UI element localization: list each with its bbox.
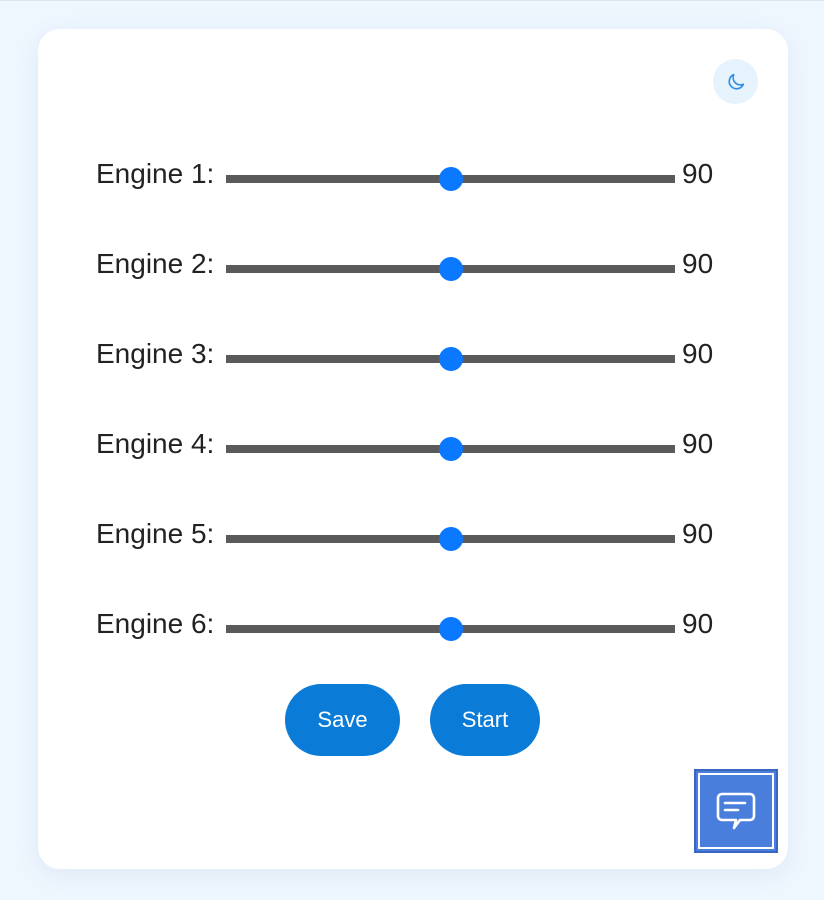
- engine-label: Engine 3:: [96, 338, 215, 369]
- moon-icon: [727, 73, 744, 90]
- engine-label: Engine 6:: [96, 608, 215, 639]
- engine-value: 90: [682, 518, 714, 549]
- engine-slider-row: Engine 3: 90: [96, 327, 736, 417]
- engine-3-slider[interactable]: [226, 347, 675, 371]
- engine-slider-row: Engine 1: 90: [96, 147, 736, 237]
- engine-value: 90: [682, 158, 714, 189]
- chat-button[interactable]: [694, 769, 778, 853]
- engine-value: 90: [682, 248, 714, 279]
- engine-label: Engine 2:: [96, 248, 215, 279]
- start-button[interactable]: Start: [430, 684, 540, 756]
- control-card: Engine 1: 90 Engine 2: 90 Engine 3: 90 E…: [38, 29, 788, 869]
- engine-slider-row: Engine 4: 90: [96, 417, 736, 507]
- engine-4-slider[interactable]: [226, 437, 675, 461]
- slider-thumb[interactable]: [438, 347, 463, 371]
- action-buttons: Save Start: [38, 684, 788, 756]
- slider-thumb[interactable]: [438, 437, 463, 461]
- engine-2-slider[interactable]: [226, 257, 675, 281]
- slider-thumb[interactable]: [438, 257, 463, 281]
- engine-label: Engine 5:: [96, 518, 215, 549]
- engine-5-slider[interactable]: [226, 527, 675, 551]
- slider-thumb[interactable]: [438, 167, 463, 191]
- engine-6-slider[interactable]: [226, 617, 675, 641]
- engine-value: 90: [682, 608, 714, 639]
- theme-toggle-button[interactable]: [713, 59, 758, 104]
- slider-thumb[interactable]: [438, 617, 463, 641]
- engine-label: Engine 4:: [96, 428, 215, 459]
- engine-value: 90: [682, 428, 714, 459]
- engine-slider-row: Engine 5: 90: [96, 507, 736, 597]
- engine-slider-row: Engine 2: 90: [96, 237, 736, 327]
- engine-label: Engine 1:: [96, 158, 215, 189]
- engine-slider-list: Engine 1: 90 Engine 2: 90 Engine 3: 90 E…: [96, 147, 736, 687]
- chat-icon: [716, 792, 756, 830]
- engine-slider-row: Engine 6: 90: [96, 597, 736, 687]
- engine-1-slider[interactable]: [226, 167, 675, 191]
- engine-value: 90: [682, 338, 714, 369]
- save-button[interactable]: Save: [285, 684, 400, 756]
- slider-thumb[interactable]: [438, 527, 463, 551]
